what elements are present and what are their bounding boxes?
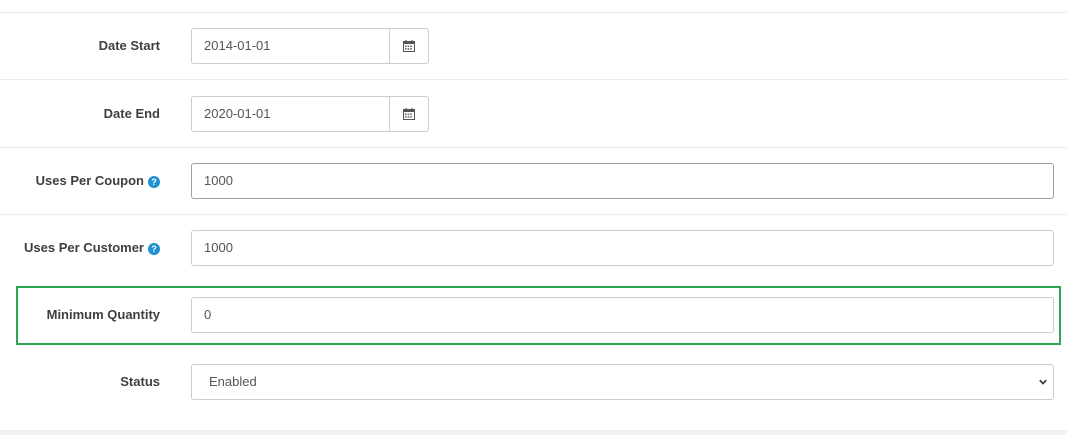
- date-start-label: Date Start: [98, 38, 160, 53]
- question-circle-icon[interactable]: ?: [148, 176, 160, 188]
- calendar-icon: [403, 108, 415, 120]
- date-start-calendar-button[interactable]: [389, 28, 429, 64]
- status-selected-value: Enabled: [209, 374, 257, 389]
- uses-per-coupon-label-wrap: Uses Per Coupon?: [0, 172, 160, 190]
- status-label: Status: [120, 374, 160, 389]
- date-end-calendar-button[interactable]: [389, 96, 429, 132]
- date-end-input[interactable]: 2020-01-01: [191, 96, 390, 132]
- uses-per-coupon-label: Uses Per Coupon: [35, 173, 144, 188]
- uses-per-coupon-input[interactable]: 1000: [191, 163, 1054, 199]
- uses-per-customer-input[interactable]: 1000: [191, 230, 1054, 266]
- date-end-label: Date End: [103, 106, 160, 121]
- calendar-icon: [403, 40, 415, 52]
- uses-per-customer-label: Uses Per Customer: [24, 240, 144, 255]
- form-row-date-end: Date End 2020-01-01: [0, 80, 1067, 148]
- form-row-date-start: Date Start 2014-01-01: [0, 13, 1067, 80]
- form-row-uses-per-customer: Uses Per Customer? 1000: [0, 215, 1067, 282]
- status-select[interactable]: Enabled: [191, 364, 1054, 400]
- highlight-box: [16, 286, 1061, 345]
- form-row-uses-per-coupon: Uses Per Coupon? 1000: [0, 148, 1067, 215]
- date-start-input[interactable]: 2014-01-01: [191, 28, 390, 64]
- chevron-down-icon: [1039, 379, 1047, 385]
- bottom-edge: [0, 431, 1067, 435]
- question-circle-icon[interactable]: ?: [148, 243, 160, 255]
- uses-per-customer-label-wrap: Uses Per Customer?: [0, 239, 160, 257]
- form-row-status: Status Enabled: [0, 349, 1067, 431]
